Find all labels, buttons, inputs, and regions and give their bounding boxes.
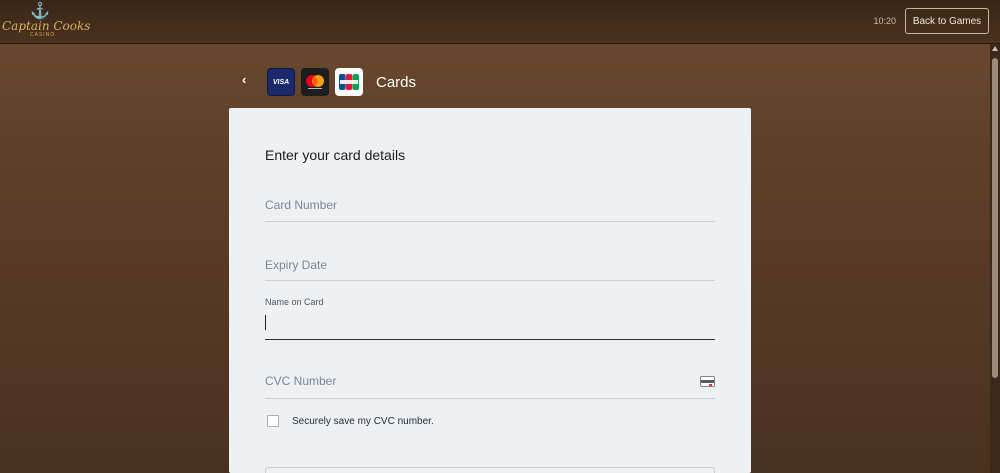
next-field-box[interactable] bbox=[265, 467, 715, 473]
text-cursor bbox=[265, 315, 266, 330]
payment-method-title: Cards bbox=[376, 74, 417, 91]
name-on-card-label: Name on Card bbox=[265, 297, 324, 307]
save-cvc-checkbox[interactable] bbox=[267, 415, 279, 427]
clock: 10:20 bbox=[873, 16, 896, 26]
save-cvc-row[interactable]: Securely save my CVC number. bbox=[267, 415, 567, 429]
expiry-date-placeholder: Expiry Date bbox=[265, 258, 328, 272]
card-number-field[interactable]: Card Number bbox=[265, 192, 715, 222]
name-on-card-field[interactable]: Name on Card bbox=[265, 294, 715, 340]
field-underline-active bbox=[265, 339, 715, 340]
casino-logo[interactable]: ⚓ Captain Cooks CASINO bbox=[2, 1, 90, 42]
visa-icon: VISA bbox=[267, 68, 295, 96]
scrollbar-thumb[interactable] bbox=[992, 58, 998, 378]
mastercard-icon bbox=[301, 68, 329, 96]
save-cvc-label[interactable]: Securely save my CVC number. bbox=[292, 416, 434, 427]
field-underline bbox=[265, 221, 715, 222]
scroll-up-icon[interactable] bbox=[992, 46, 998, 51]
jcb-icon bbox=[335, 68, 363, 96]
cvc-number-field[interactable]: CVC Number bbox=[265, 368, 715, 399]
card-number-placeholder: Card Number bbox=[265, 198, 338, 212]
card-details-panel: Enter your card details Card Number Expi… bbox=[229, 108, 751, 473]
form-title: Enter your card details bbox=[265, 147, 406, 163]
expiry-date-field[interactable]: Expiry Date bbox=[265, 252, 715, 282]
chevron-left-icon[interactable]: ‹ bbox=[242, 73, 256, 87]
field-underline bbox=[265, 398, 715, 399]
card-back-icon bbox=[700, 376, 715, 387]
back-to-games-button[interactable]: Back to Games bbox=[905, 8, 989, 34]
logo-name: Captain Cooks bbox=[2, 19, 91, 33]
top-bar: ⚓ Captain Cooks CASINO 10:20 Back to Gam… bbox=[0, 0, 1000, 44]
logo-subtitle: CASINO bbox=[30, 32, 56, 38]
payment-method-bar: ‹ VISA Cards bbox=[240, 68, 640, 96]
ship-icon: ⚓ bbox=[30, 1, 50, 20]
visa-label: VISA bbox=[272, 78, 290, 86]
field-underline bbox=[265, 280, 715, 281]
page-scrollbar[interactable] bbox=[990, 44, 1000, 473]
cvc-number-placeholder: CVC Number bbox=[265, 374, 337, 388]
